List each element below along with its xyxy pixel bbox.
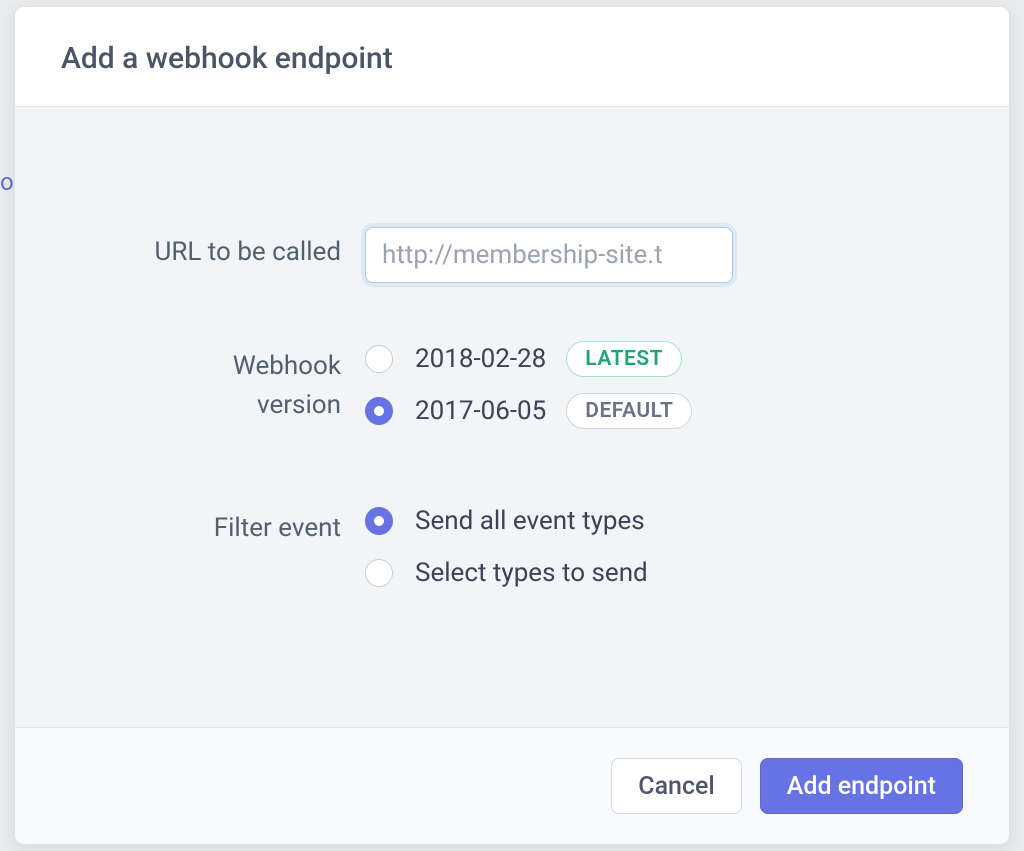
webhook-version-label-line2: version [257, 390, 341, 420]
latest-badge: LATEST [566, 341, 682, 377]
url-input[interactable] [365, 227, 733, 283]
version-date-latest: 2018-02-28 [415, 344, 546, 374]
version-radio-2018-02-28[interactable] [365, 345, 393, 373]
version-radio-2017-06-05[interactable] [365, 397, 393, 425]
filter-label-select-types: Select types to send [415, 558, 648, 588]
webhook-version-label-line1: Webhook [233, 351, 341, 381]
filter-label-send-all: Send all event types [415, 506, 645, 536]
filter-radio-send-all[interactable] [365, 507, 393, 535]
version-date-default: 2017-06-05 [415, 396, 546, 426]
modal-footer: Cancel Add endpoint [15, 727, 1009, 844]
filter-radio-select-types[interactable] [365, 559, 393, 587]
filter-event-label: Filter event [75, 503, 365, 548]
add-webhook-modal: Add a webhook endpoint URL to be called … [14, 6, 1010, 845]
url-label: URL to be called [75, 227, 365, 272]
webhook-version-row: Webhook version 2018-02-28 LATEST 2017-0… [75, 341, 949, 445]
cancel-button[interactable]: Cancel [611, 758, 742, 814]
url-row: URL to be called [75, 227, 949, 283]
version-option-default: 2017-06-05 DEFAULT [365, 393, 949, 429]
filter-option-select: Select types to send [365, 555, 949, 591]
add-endpoint-button[interactable]: Add endpoint [760, 758, 963, 814]
modal-header: Add a webhook endpoint [15, 7, 1009, 107]
filter-option-all: Send all event types [365, 503, 949, 539]
default-badge: DEFAULT [566, 393, 692, 429]
version-option-latest: 2018-02-28 LATEST [365, 341, 949, 377]
modal-body: URL to be called Webhook version 2018-02… [15, 107, 1009, 727]
modal-title: Add a webhook endpoint [61, 41, 963, 76]
filter-event-row: Filter event Send all event types Select… [75, 503, 949, 607]
webhook-version-label: Webhook version [75, 341, 365, 425]
